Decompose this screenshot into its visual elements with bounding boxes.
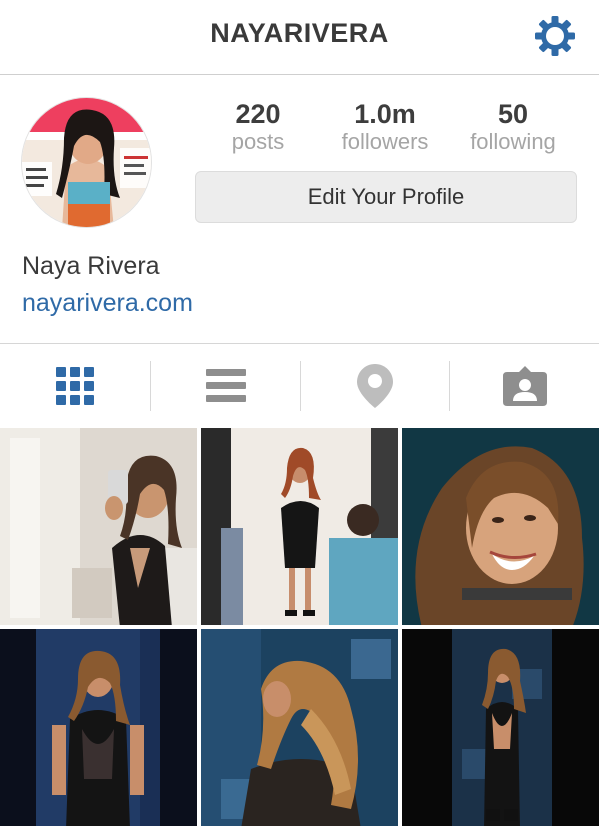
edit-profile-button[interactable]: Edit Your Profile — [195, 171, 577, 223]
gear-icon[interactable] — [532, 13, 578, 59]
view-tabs — [0, 345, 599, 427]
profile-section: 220 posts 1.0m followers 50 following Ed… — [0, 76, 599, 344]
username-title: NAYARIVERA — [210, 18, 389, 48]
following-stat[interactable]: 50 following — [460, 98, 566, 154]
website-link[interactable]: nayarivera.com — [22, 289, 193, 318]
list-view-icon — [205, 369, 246, 402]
photo-thumbnail[interactable] — [402, 629, 599, 826]
photo-thumbnail[interactable] — [0, 629, 197, 826]
tab-location[interactable] — [301, 345, 449, 427]
photo-thumbnail[interactable] — [402, 428, 599, 625]
photo-grid — [0, 428, 599, 826]
photo-thumbnail[interactable] — [201, 428, 398, 625]
top-bar: NAYARIVERA — [0, 0, 599, 75]
avatar[interactable] — [21, 97, 152, 228]
followers-stat[interactable]: 1.0m followers — [330, 98, 440, 154]
location-pin-icon — [357, 364, 393, 408]
tab-grid-view[interactable] — [0, 345, 150, 427]
photo-thumbnail[interactable] — [0, 428, 197, 625]
posts-label: posts — [231, 129, 285, 154]
full-name: Naya Rivera — [22, 252, 160, 280]
posts-stat[interactable]: 220 posts — [213, 98, 303, 154]
tab-list-view[interactable] — [151, 345, 300, 427]
following-count: 50 — [497, 99, 529, 129]
followers-count: 1.0m — [354, 99, 416, 129]
tab-tagged-photos[interactable] — [450, 345, 599, 427]
followers-label: followers — [341, 129, 429, 154]
tagged-photos-icon — [502, 366, 547, 406]
following-label: following — [470, 129, 556, 154]
posts-count: 220 — [235, 99, 281, 129]
grid-view-icon — [56, 367, 94, 405]
photo-thumbnail[interactable] — [201, 629, 398, 826]
